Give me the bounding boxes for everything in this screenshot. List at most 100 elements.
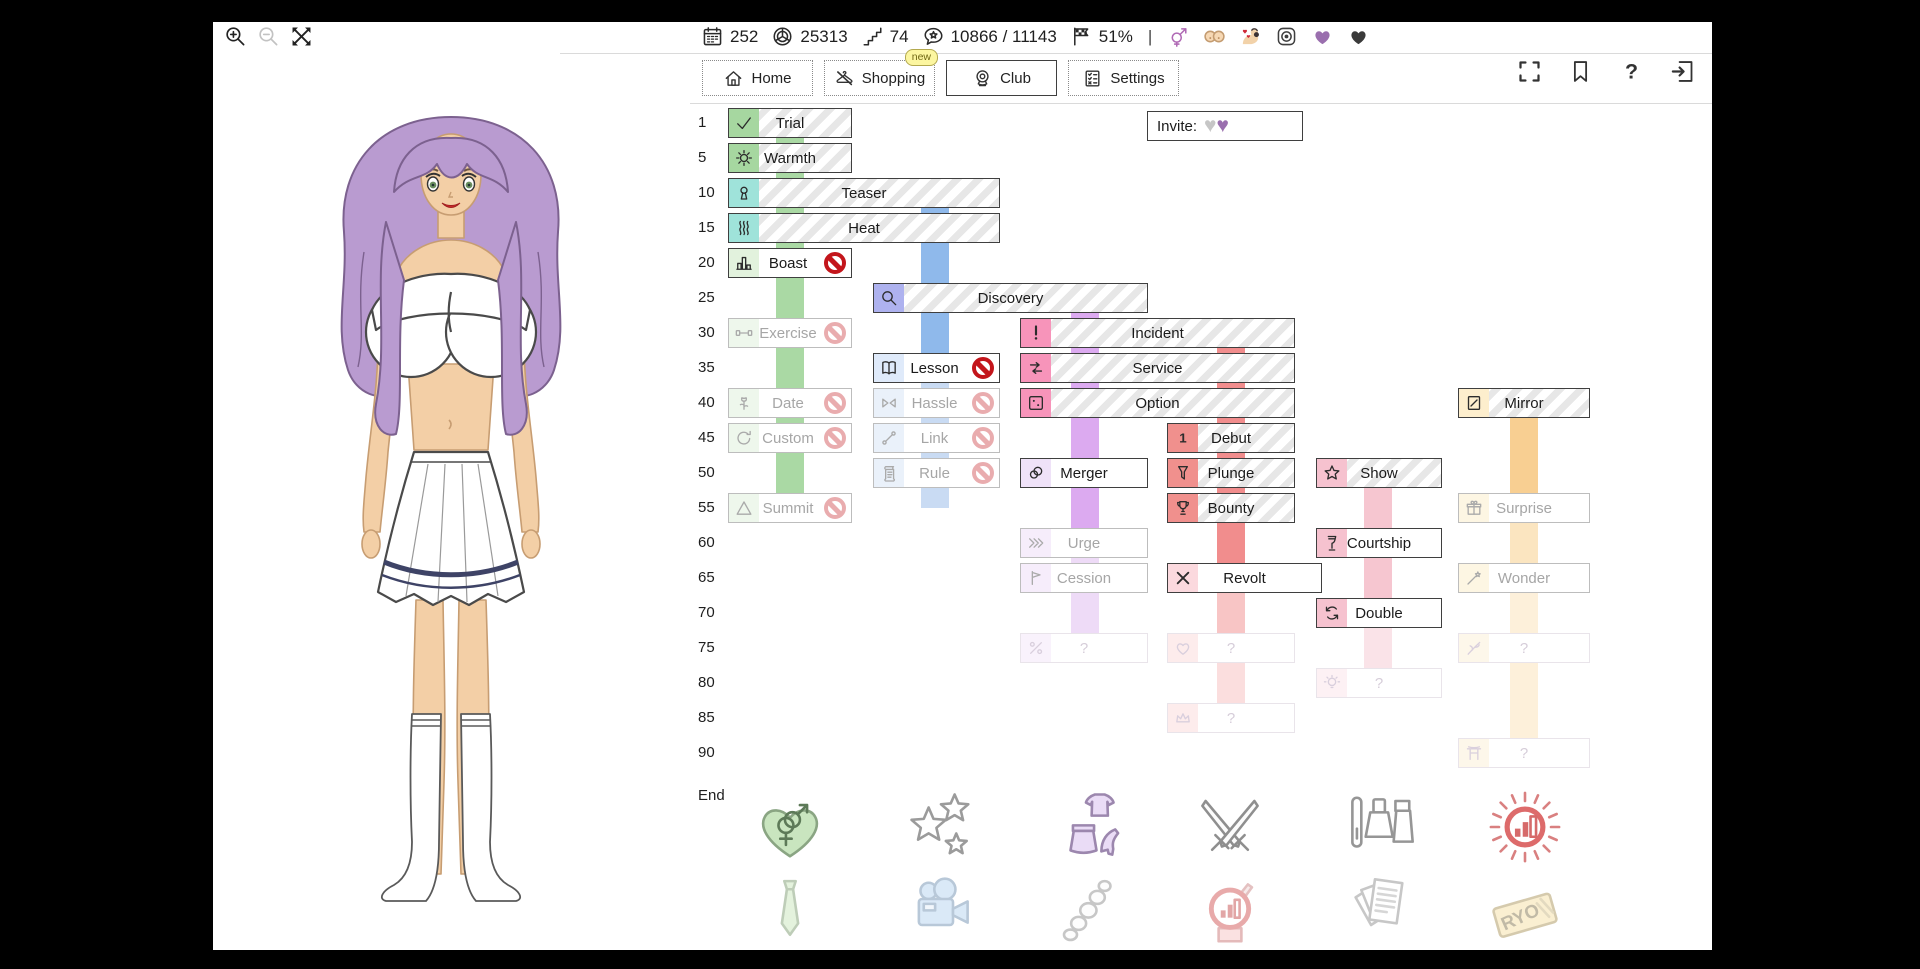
heartsolid-icon-purple[interactable] bbox=[1311, 25, 1334, 48]
skill-node-urge[interactable]: Urge bbox=[1020, 528, 1148, 558]
skill-node-label: Service bbox=[1021, 354, 1294, 382]
skirt bbox=[378, 452, 524, 605]
outfit-icon bbox=[1051, 788, 1129, 866]
magnifier-chart-icon bbox=[1191, 873, 1269, 951]
stats-divider bbox=[560, 53, 1712, 54]
level-label-75: 75 bbox=[698, 639, 732, 656]
skill-node-label: ? bbox=[1021, 634, 1147, 662]
skill-node-exercise[interactable]: Exercise bbox=[728, 318, 852, 348]
stat-value: 252 bbox=[730, 27, 758, 47]
level-label-30: 30 bbox=[698, 324, 732, 341]
stats-bar: 252253137410866 / 1114351%| bbox=[701, 23, 1370, 50]
window-actions: ? bbox=[1516, 58, 1696, 85]
skill-node-incident[interactable]: Incident bbox=[1020, 318, 1295, 348]
skill-node-label: ? bbox=[1168, 634, 1294, 662]
skill-node-heat[interactable]: Heat bbox=[728, 213, 1000, 243]
invite-hearts: ♥♥ bbox=[1204, 116, 1229, 136]
skill-node-label: Date bbox=[755, 389, 821, 417]
skill-node-option[interactable]: Option bbox=[1020, 388, 1295, 418]
skill-node-bounty[interactable]: Bounty bbox=[1167, 493, 1295, 523]
skill-node-label: Courtship bbox=[1317, 529, 1441, 557]
skill-node-surprise[interactable]: Surprise bbox=[1458, 493, 1590, 523]
breasts-icon[interactable] bbox=[1203, 25, 1226, 48]
skill-node-debut[interactable]: 1Debut bbox=[1167, 423, 1295, 453]
prohibited-icon bbox=[824, 252, 846, 274]
prohibited-icon bbox=[972, 392, 994, 414]
level-label-35: 35 bbox=[698, 359, 732, 376]
skill-node-mystery-percent[interactable]: ? bbox=[1020, 633, 1148, 663]
nav-shopping-button[interactable]: Shoppingnew bbox=[824, 60, 935, 96]
app-window: 252253137410866 / 1114351%| HomeShopping… bbox=[213, 22, 1712, 950]
skill-node-link[interactable]: Link bbox=[873, 423, 1000, 453]
skill-node-mystery-heart[interactable]: ? bbox=[1167, 633, 1295, 663]
svg-text:?: ? bbox=[1625, 59, 1638, 83]
skill-node-revolt[interactable]: Revolt bbox=[1167, 563, 1322, 593]
skill-node-trial[interactable]: Trial bbox=[728, 108, 852, 138]
nav-home-button[interactable]: Home bbox=[702, 60, 813, 96]
connector-orange bbox=[1510, 593, 1538, 753]
invite-heart-filled[interactable]: ♥ bbox=[1217, 114, 1229, 137]
skill-node-warmth[interactable]: Warmth bbox=[728, 143, 852, 173]
cosmetics-icon bbox=[1341, 788, 1419, 866]
stats-separator: | bbox=[1148, 27, 1152, 47]
skill-node-wonder[interactable]: Wonder bbox=[1458, 563, 1590, 593]
skill-node-double[interactable]: Double bbox=[1316, 598, 1442, 628]
new-badge: new bbox=[905, 49, 938, 66]
skill-node-plunge[interactable]: Plunge bbox=[1167, 458, 1295, 488]
prohibited-icon bbox=[824, 392, 846, 414]
skill-node-label: Plunge bbox=[1168, 459, 1294, 487]
level-label-5: 5 bbox=[698, 149, 732, 166]
skill-node-show[interactable]: Show bbox=[1316, 458, 1442, 488]
movie-camera-icon bbox=[901, 873, 979, 951]
invite-heart-empty[interactable]: ♥ bbox=[1204, 114, 1216, 137]
exit-icon[interactable] bbox=[1669, 58, 1696, 85]
skill-node-custom[interactable]: Custom bbox=[728, 423, 852, 453]
sunburst-chart-icon bbox=[1486, 788, 1564, 866]
skill-node-mystery-bulb[interactable]: ? bbox=[1316, 668, 1442, 698]
skill-node-label: ? bbox=[1459, 634, 1589, 662]
stat-value: 10866 / 11143 bbox=[951, 27, 1057, 47]
skill-node-mystery-crown[interactable]: ? bbox=[1167, 703, 1295, 733]
skill-node-mystery-gate[interactable]: ? bbox=[1458, 738, 1590, 768]
zoom-out-icon[interactable] bbox=[256, 24, 281, 49]
skill-node-label: Merger bbox=[1021, 459, 1147, 487]
skill-node-cession[interactable]: Cession bbox=[1020, 563, 1148, 593]
skill-node-lesson[interactable]: Lesson bbox=[873, 353, 1000, 383]
invite-box[interactable]: Invite: ♥♥ bbox=[1147, 111, 1303, 141]
skill-node-teaser[interactable]: Teaser bbox=[728, 178, 1000, 208]
stat-value: 74 bbox=[890, 27, 909, 47]
skill-node-date[interactable]: Date bbox=[728, 388, 852, 418]
level-label-55: 55 bbox=[698, 499, 732, 516]
lens-icon[interactable] bbox=[1275, 25, 1298, 48]
skill-node-label: Mirror bbox=[1459, 389, 1589, 417]
expand-icon[interactable] bbox=[289, 24, 314, 49]
intimacy-icon[interactable] bbox=[1239, 25, 1262, 48]
prohibited-icon bbox=[824, 427, 846, 449]
skill-node-merger[interactable]: Merger bbox=[1020, 458, 1148, 488]
heartsolid-icon-black[interactable] bbox=[1347, 25, 1370, 48]
fullscreen-icon[interactable] bbox=[1516, 58, 1543, 85]
nav-settings-button[interactable]: Settings bbox=[1068, 60, 1179, 96]
gender-icon[interactable] bbox=[1167, 25, 1190, 48]
level-label-40: 40 bbox=[698, 394, 732, 411]
level-label-50: 50 bbox=[698, 464, 732, 481]
help-icon[interactable]: ? bbox=[1618, 58, 1645, 85]
stat-stairs: 74 bbox=[861, 25, 909, 48]
zoom-in-icon[interactable] bbox=[223, 24, 248, 49]
skill-node-hassle[interactable]: Hassle bbox=[873, 388, 1000, 418]
skill-node-mystery-branch[interactable]: ? bbox=[1458, 633, 1590, 663]
stat-calendar: 252 bbox=[701, 25, 758, 48]
skill-node-service[interactable]: Service bbox=[1020, 353, 1295, 383]
skill-node-discovery[interactable]: Discovery bbox=[873, 283, 1148, 313]
level-label-20: 20 bbox=[698, 254, 732, 271]
skill-node-boast[interactable]: Boast bbox=[728, 248, 852, 278]
skill-node-mirror[interactable]: Mirror bbox=[1458, 388, 1590, 418]
bookmark-icon[interactable] bbox=[1567, 58, 1594, 85]
nav-club-button[interactable]: Club bbox=[946, 60, 1057, 96]
skill-node-rule[interactable]: Rule bbox=[873, 458, 1000, 488]
papers-icon bbox=[1341, 873, 1419, 951]
skill-node-label: Option bbox=[1021, 389, 1294, 417]
stat-checkflag: 51% bbox=[1070, 25, 1133, 48]
skill-node-courtship[interactable]: Courtship bbox=[1316, 528, 1442, 558]
skill-node-summit[interactable]: Summit bbox=[728, 493, 852, 523]
